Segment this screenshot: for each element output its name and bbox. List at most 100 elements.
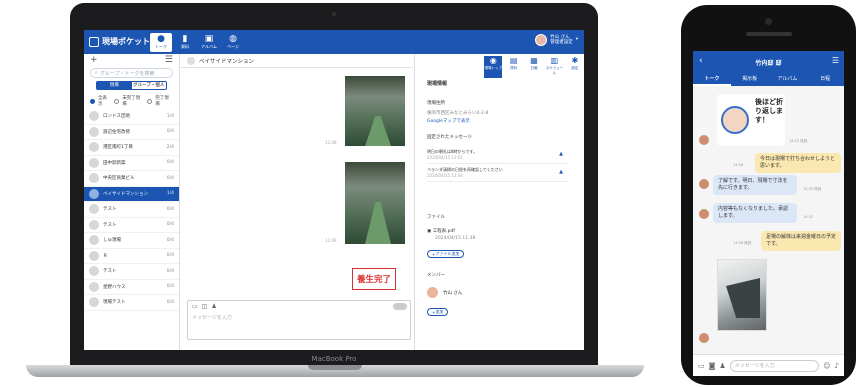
- room-count: 1/4: [166, 191, 174, 197]
- room-name: テスト: [103, 207, 117, 213]
- user-sub: 管理者設定: [550, 40, 573, 45]
- room-item[interactable]: 田中邸新築 0/4: [84, 156, 179, 171]
- radio-incomplete[interactable]: [114, 98, 120, 104]
- room-name: Ｒ: [103, 253, 108, 259]
- app-logo[interactable]: 現場ポケット: [89, 36, 150, 47]
- sender-avatar: [699, 209, 709, 219]
- room-item[interactable]: テスト 0/4: [84, 202, 179, 218]
- radio-complete[interactable]: [147, 98, 153, 104]
- message-bubble-in[interactable]: 内容等もなくなりました。承認します。: [713, 203, 797, 223]
- message-bubble-in[interactable]: 了解です。明日、現場で寸法を先に行きます。: [713, 175, 797, 195]
- menu-icon[interactable]: ☰: [165, 55, 173, 65]
- pin-icon[interactable]: ▲: [559, 169, 563, 175]
- room-item[interactable]: テスト 0/4: [84, 218, 179, 233]
- room-name: 港区南町1丁目: [103, 145, 133, 151]
- nav-page[interactable]: ◍ ページ: [222, 33, 244, 52]
- room-item[interactable]: しゅ現場 0/4: [84, 233, 179, 249]
- room-count: 2/4: [166, 144, 174, 150]
- pin-icon[interactable]: ▲: [559, 151, 563, 157]
- nav-page-label: ページ: [227, 44, 239, 49]
- menu-icon[interactable]: ☰: [832, 56, 839, 65]
- file-item[interactable]: ▣ 工程表.pdf: [427, 228, 455, 234]
- send-button[interactable]: [393, 303, 407, 310]
- room-item[interactable]: ベイサイドマンション 1/4: [84, 186, 179, 202]
- radio-incomplete-label: 未完了現場: [122, 96, 141, 107]
- tab-report[interactable]: ▦ 日報: [525, 56, 543, 78]
- tab-schedule[interactable]: ▥ スケジュール: [545, 56, 563, 78]
- app-topbar: 現場ポケット ● トーク ▮ 資料 ▣ アルバム ◍ ページ 竹山 さん 管理者設定 ▾: [84, 30, 584, 54]
- composer-toolbar: ▭ ◫ ♟: [188, 301, 410, 311]
- phone-tab-talk[interactable]: トーク: [693, 73, 731, 86]
- room-count: 0/4: [166, 284, 174, 290]
- room-item[interactable]: 渡辺住宅改修 0/4: [84, 125, 179, 140]
- room-name: ベイサイドマンション: [103, 191, 148, 197]
- address-label: 現場住所: [427, 101, 445, 106]
- room-item[interactable]: 港区南町1丁目 2/4: [84, 140, 179, 156]
- chat-photo[interactable]: [345, 162, 405, 244]
- user-menu[interactable]: 竹山 さん 管理者設定 ▾: [535, 34, 578, 46]
- laptop-chin: MacBook Pro: [70, 353, 598, 365]
- tab-site-top[interactable]: ◉ 現場トップ: [484, 56, 503, 78]
- emoji-icon[interactable]: ☺: [823, 362, 830, 370]
- person-icon[interactable]: ♟: [211, 303, 216, 310]
- room-avatar: [89, 188, 99, 199]
- room-avatar: [89, 173, 99, 184]
- map-link[interactable]: Googleマップで表示: [427, 118, 470, 124]
- sender-avatar: [699, 333, 709, 343]
- room-count: 0/4: [166, 237, 174, 243]
- room-avatar: [89, 266, 99, 277]
- nav-album-label: アルバム: [201, 44, 217, 49]
- message-time: 14:30 既読: [803, 187, 822, 191]
- tab-settings[interactable]: ✱ 設定: [566, 56, 584, 78]
- mic-icon[interactable]: ♪: [835, 362, 839, 370]
- message-bubble-out[interactable]: 今日は現場で打ち合わせしようと思います。: [755, 153, 841, 173]
- phone-tab-schedule[interactable]: 日程: [806, 73, 844, 86]
- radio-all-label: 全表示: [97, 96, 107, 107]
- room-item[interactable]: テスト 0/4: [84, 264, 179, 280]
- chat-header: ベイサイドマンション: [181, 54, 413, 68]
- room-item[interactable]: 現場テスト 0/4: [84, 295, 179, 311]
- radio-all[interactable]: [90, 98, 95, 104]
- person-icon[interactable]: ♟: [719, 362, 725, 370]
- pinned-message[interactable]: 明日の朝礼は8時からです。 2024/04/15 13:01 ▲: [427, 148, 567, 164]
- user-name: 竹山 さん: [550, 34, 570, 40]
- add-room-button[interactable]: +: [90, 55, 98, 65]
- pinned-message[interactable]: ベランダ清掃の日程を再確認してください 2024/04/15 13:04 ▲: [427, 166, 567, 182]
- add-member-button[interactable]: + 追加: [427, 308, 449, 316]
- room-name: 星野ハウス: [103, 284, 126, 290]
- room-search-input[interactable]: ⌕ グループ・トークを検索: [90, 68, 173, 78]
- message-input[interactable]: メッセージを入力: [188, 311, 410, 324]
- room-item[interactable]: Ｒ 0/4: [84, 249, 179, 264]
- add-file-button[interactable]: + ファイル追加: [427, 250, 465, 258]
- phone-tab-album[interactable]: アルバム: [769, 73, 807, 86]
- room-count: 0/4: [166, 253, 174, 259]
- nav-chat[interactable]: ● トーク: [150, 33, 172, 52]
- photo-message[interactable]: [717, 259, 767, 331]
- phone-message-input[interactable]: メッセージを入力: [729, 359, 820, 372]
- stamp-image[interactable]: 養生完了: [352, 268, 396, 290]
- sticker-message[interactable]: 後ほど折り返します！: [717, 94, 785, 146]
- room-item[interactable]: 星野ハウス 0/4: [84, 280, 179, 295]
- image-icon[interactable]: ▭: [698, 362, 705, 370]
- camera-icon[interactable]: ◙: [709, 362, 716, 370]
- phone-tab-board[interactable]: 掲示板: [731, 73, 769, 86]
- message-composer[interactable]: ▭ ◫ ♟ メッセージを入力: [187, 300, 411, 340]
- room-avatar: [89, 235, 99, 246]
- seg-tab-site[interactable]: 現場: [97, 82, 132, 89]
- image-icon[interactable]: ▭: [192, 303, 198, 310]
- seg-tab-group[interactable]: グループ・個人: [132, 82, 167, 89]
- phone-composer: ▭ ◙ ♟ メッセージを入力 ☺ ♪: [693, 354, 844, 376]
- tab-docs[interactable]: ▤ 資料: [504, 56, 522, 78]
- attach-icon[interactable]: ◫: [202, 303, 208, 310]
- room-avatar: [89, 142, 99, 153]
- room-item[interactable]: 中央区商業ビル 0/4: [84, 171, 179, 187]
- room-item[interactable]: ロンドス団地 1/4: [84, 109, 179, 125]
- nav-docs[interactable]: ▮ 資料: [174, 33, 196, 52]
- info-icon: ◉: [489, 56, 497, 65]
- nav-album[interactable]: ▣ アルバム: [198, 33, 220, 52]
- message-bubble-out[interactable]: 足場の解体は来週金曜日の予定です。: [761, 231, 841, 251]
- note-icon: ▦: [530, 56, 538, 65]
- laptop-brand-label: MacBook Pro: [311, 355, 357, 363]
- chat-photo[interactable]: [345, 76, 405, 146]
- stage: MacBook Pro 現場ポケット ● トーク ▮ 資料 ▣ アルバム ◍ ページ 竹…: [0, 0, 863, 387]
